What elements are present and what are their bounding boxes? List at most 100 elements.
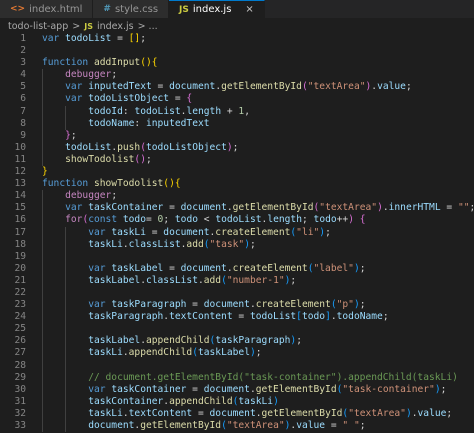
code-line[interactable]: 1 var todoList = []; [0,33,474,45]
code-token: todoListObject [145,141,227,153]
code-token: var [42,81,89,93]
code-token: appendChild [145,335,210,347]
code-line[interactable]: 29 // document.getElementById("task-cont… [0,371,474,384]
code-token: taskLabel [42,274,141,286]
tab-style-css[interactable]: # style.css [93,0,170,18]
code-line[interactable]: 10 todoList.push(todoListObject); [0,141,474,154]
indent-guide [42,238,43,251]
code-line[interactable]: 32 taskLi.textContent = document.getElem… [0,407,474,420]
code-token: inputedText [88,81,152,93]
code-line[interactable]: 7 todoId: todoList.length + 1, [0,105,474,118]
code-token: showTodolist [42,153,135,165]
code-line[interactable]: 13 function showTodolist(){ [0,178,474,190]
code-token: ; [70,129,77,141]
code-token: : [134,117,146,129]
code-token: taskLabel [42,335,141,347]
code-token: length [186,105,222,117]
tab-label: style.css [114,3,159,15]
code-line[interactable]: 22 [0,286,474,300]
code-token: ; [296,335,302,347]
breadcrumb-tail[interactable]: > ... [138,21,158,32]
code-token: showTodolist [93,178,164,190]
code-token: = [111,33,129,44]
code-line[interactable]: 30 var taskContainer = document.getEleme… [0,383,474,396]
line-number: 19 [14,250,26,262]
line-number: 15 [14,202,26,214]
code-line[interactable]: 25 [0,323,474,336]
breadcrumb-file[interactable]: index.js [97,21,134,32]
code-token: var [42,299,112,311]
code-token: () [134,153,146,165]
code-line[interactable]: 19 [0,250,474,263]
code-token: = [440,202,458,214]
code-token: { [174,178,181,190]
code-line[interactable]: 33 document.getElementById("textArea").v… [0,420,474,433]
code-token: createElement [255,299,331,311]
code-text [42,323,474,336]
code-token: = [186,383,204,395]
code-line[interactable]: 21 taskLabel.classList.add("number-1"); [0,274,474,287]
indent-guide [42,262,43,275]
tab-index-js[interactable]: JS index.js × [169,0,265,18]
code-line[interactable]: 15 var taskContainer = document.getEleme… [0,202,474,215]
indent-guide [42,153,43,167]
code-line[interactable]: 26 taskLabel.appendChild(taskParagraph); [0,335,474,348]
code-token: ; [301,214,314,226]
code-line[interactable]: 24 taskParagraph.textContent = todoList[… [0,311,474,324]
code-token: = [169,93,187,105]
indent-guide [42,286,43,300]
code-line[interactable]: 17 var taskLi = document.createElement("… [0,226,474,239]
code-line[interactable]: 28 [0,359,474,372]
line-number: 21 [14,274,26,286]
code-line[interactable]: 27 taskLi.appendChild(taskLabel); [0,347,474,360]
line-number: 4 [20,69,26,81]
code-token: classList [145,274,198,286]
code-text: taskLi.appendChild(taskLabel); [42,347,474,360]
line-number: 10 [14,141,26,153]
code-token: ; [249,238,256,250]
code-line[interactable]: 20 var taskLabel = document.createElemen… [0,262,474,275]
indent-guide [65,262,67,275]
code-line[interactable]: 18 taskLi.classList.add("task"); [0,238,474,251]
code-token: textContent [169,311,233,323]
code-token: getElementById [261,407,343,419]
code-line[interactable]: 11 showTodolist(); [0,153,474,167]
code-token: () [163,178,175,190]
code-line[interactable]: 31 taskContainer.appendChild(taskLi) [0,395,474,408]
code-line[interactable]: 12} [0,166,474,178]
code-line[interactable]: 9 }; [0,129,474,142]
indent-guide [42,141,43,154]
code-token: ; [111,69,118,81]
tab-index-html[interactable]: <> index.html [0,0,94,18]
breadcrumb: todo-list-app > JS index.js > ... [0,19,474,33]
indent-guide [65,238,67,251]
code-line[interactable]: 23 var taskParagraph = document.createEl… [0,299,474,312]
indent-guide [42,226,43,239]
code-token: ; [359,420,366,431]
code-text: for(const todo= 0; todo < todoList.lengt… [42,214,474,227]
code-editor[interactable]: 1 var todoList = []; 2 3 function addInput()… [0,33,474,433]
code-line[interactable]: 16 for(const todo= 0; todo < todoList.le… [0,214,474,227]
code-token: document [180,262,227,274]
indent-guide [42,311,43,324]
code-line[interactable]: 3 function addInput(){ [0,57,474,69]
code-line[interactable]: 4 debugger; [0,69,474,82]
js-file-icon: JS [84,21,93,31]
indent-guide [65,407,67,420]
line-number: 14 [14,190,26,202]
code-line[interactable]: 14 debugger; [0,190,474,203]
breadcrumb-folder[interactable]: todo-list-app [8,21,68,32]
code-token: getElementById [140,420,222,431]
code-line[interactable]: 5 var inputedText = document.getElementB… [0,81,474,94]
code-token: ; [382,311,389,323]
code-token: var [42,226,112,238]
code-token: ; [140,33,146,44]
code-token: document [203,383,250,395]
close-icon[interactable]: × [245,4,253,15]
code-token: document [169,81,216,93]
code-line[interactable]: 6 var todoListObject = { [0,93,474,106]
code-token: = [145,226,164,238]
code-line[interactable]: 2 [0,45,474,57]
code-token: document [42,420,135,431]
code-line[interactable]: 8 todoName: inputedText [0,117,474,130]
